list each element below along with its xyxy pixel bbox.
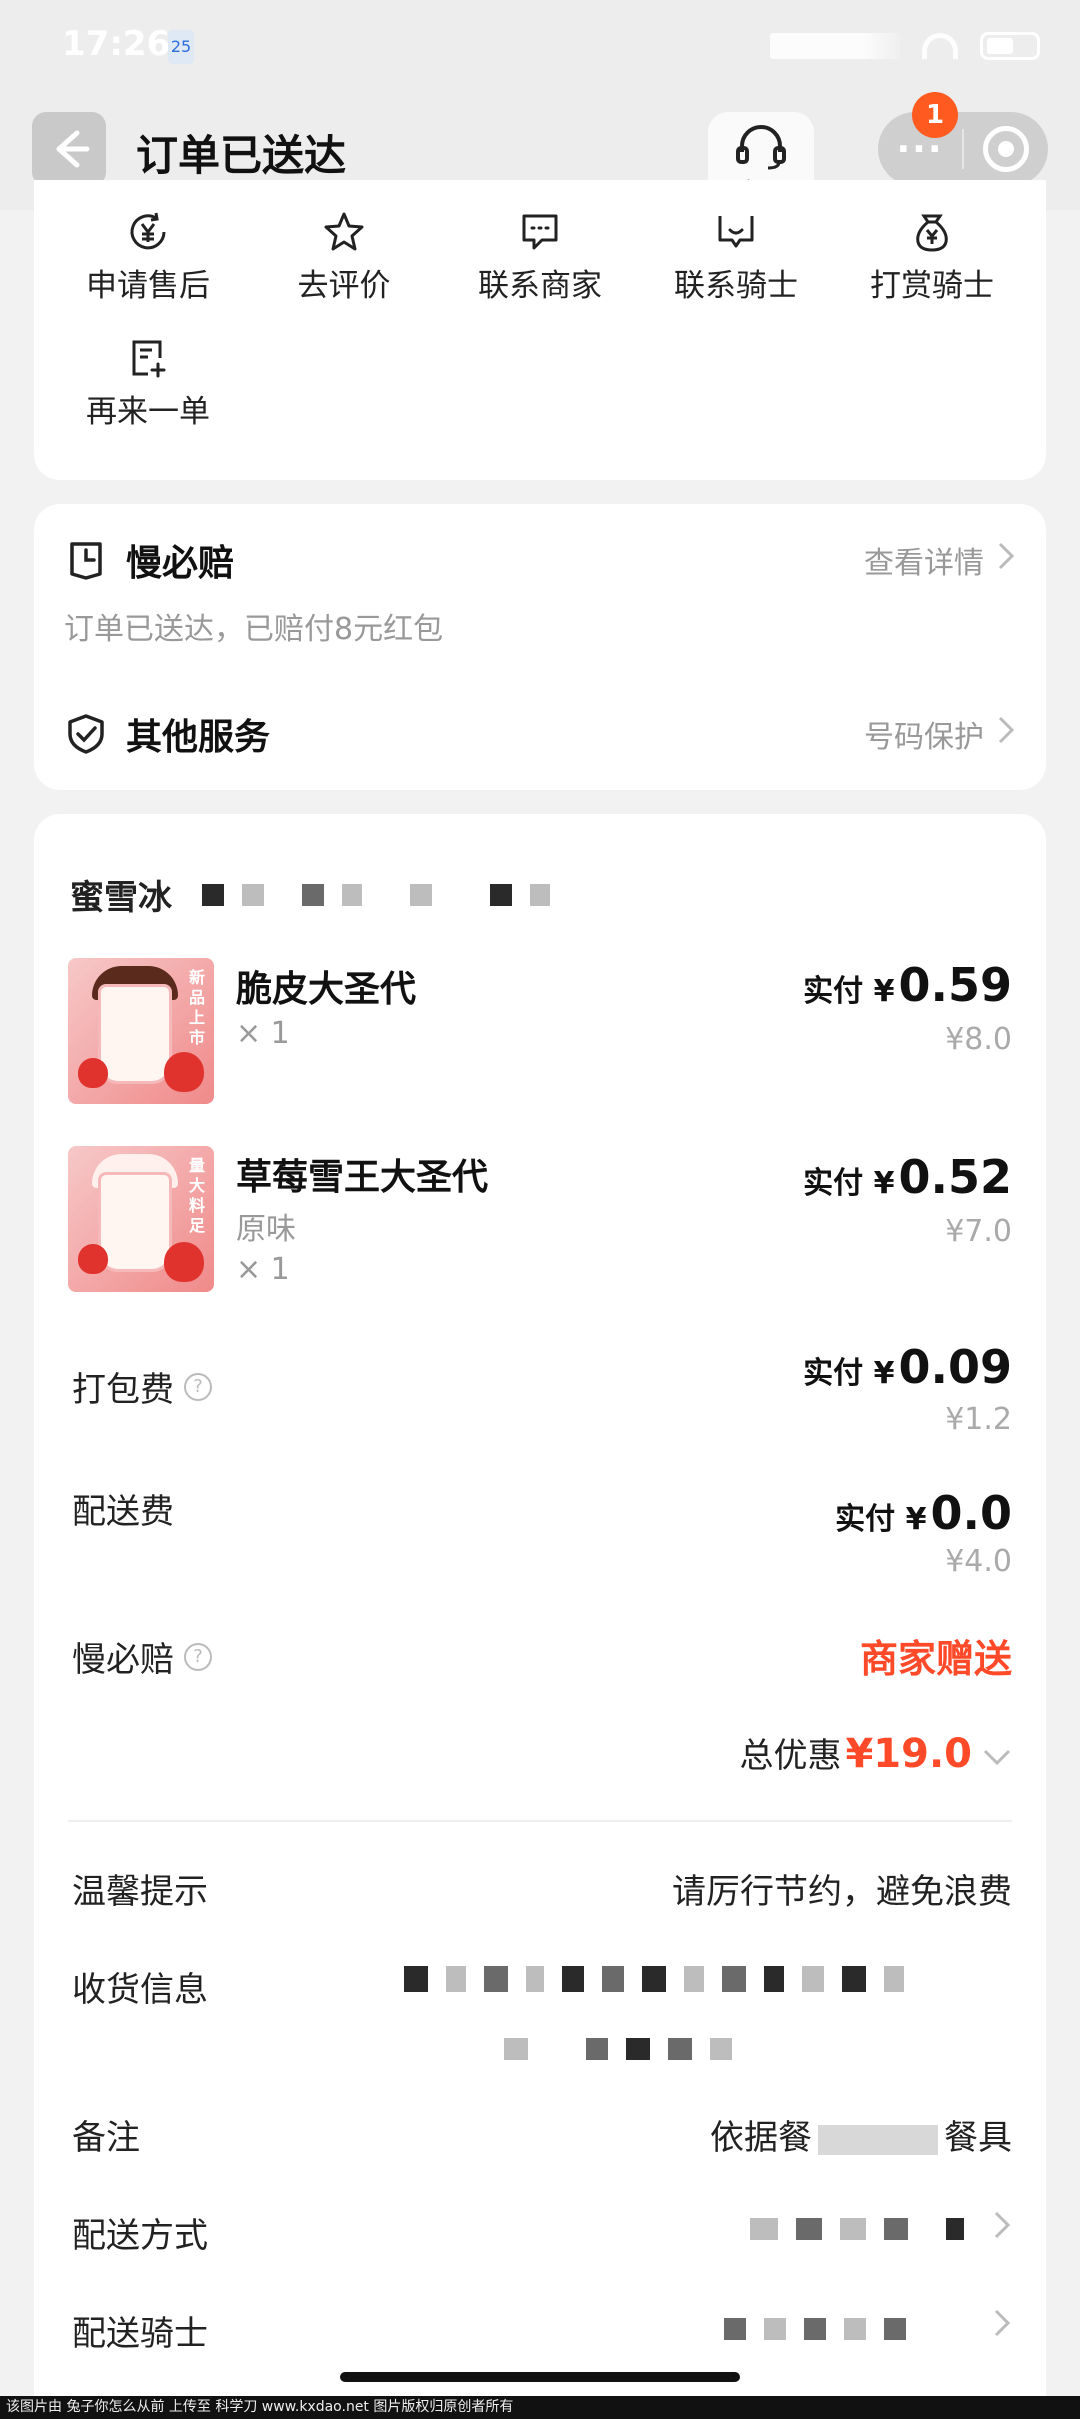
protection-link-label: 号码保护 bbox=[864, 720, 984, 755]
redacted-delivery-method bbox=[750, 2218, 964, 2240]
rider-chat-icon bbox=[718, 216, 754, 248]
status-time: 17:26 bbox=[62, 24, 171, 64]
item-paid-price: 实付 ¥0.52 bbox=[803, 1150, 1012, 1204]
service-card: 慢必赔 查看详情 订单已送达，已赔付8元红包 其他服务 号码保护 bbox=[34, 504, 1046, 790]
page-title: 订单已送达 bbox=[136, 131, 347, 180]
delivery-fee-paid: 实付 ¥0.0 bbox=[835, 1486, 1012, 1540]
action-label: 去评价 bbox=[297, 268, 391, 304]
action-reorder[interactable]: 再来一单 bbox=[58, 336, 238, 431]
order-detail-card: 蜜雪冰 新品上市 脆皮大圣代 × 1 实付 ¥0.59 ¥8.0 量大料足 草莓… bbox=[34, 814, 1046, 2419]
clock-icon bbox=[64, 538, 108, 582]
action-label: 再来一单 bbox=[86, 394, 210, 430]
close-mini-program-button[interactable] bbox=[964, 112, 1048, 186]
action-label: 联系骑士 bbox=[674, 268, 798, 304]
other-services-row[interactable]: 其他服务 号码保护 bbox=[64, 708, 1016, 760]
watermark-footer: 该图片由 兔子你怎么从前 上传至 科学刀 www.kxdao.net 图片版权归… bbox=[0, 2396, 1080, 2419]
chevron-right-icon[interactable] bbox=[992, 2308, 1012, 2342]
item-image-strawberry-sundae[interactable]: 量大料足 bbox=[68, 1146, 214, 1292]
reorder-icon bbox=[132, 340, 166, 378]
compensation-row[interactable]: 慢必赔 查看详情 bbox=[64, 534, 1016, 586]
star-icon bbox=[324, 212, 364, 251]
number-protection-link[interactable]: 号码保护 bbox=[864, 712, 1016, 756]
item-tag: 新品上市 bbox=[188, 968, 205, 1047]
redacted-address-line-1 bbox=[404, 1966, 904, 1992]
help-icon[interactable]: ? bbox=[184, 1372, 212, 1401]
redacted-remark bbox=[818, 2124, 938, 2155]
action-tip-rider[interactable]: 打赏骑士 bbox=[842, 210, 1022, 305]
chevron-right-icon[interactable] bbox=[992, 2210, 1012, 2244]
action-label: 联系商家 bbox=[478, 268, 602, 304]
notification-badge: 1 bbox=[912, 92, 958, 138]
store-name[interactable]: 蜜雪冰 bbox=[70, 870, 172, 919]
item-paid-price: 实付 ¥0.59 bbox=[803, 958, 1012, 1012]
target-icon bbox=[983, 126, 1029, 172]
action-label: 申请售后 bbox=[86, 268, 210, 304]
arrow-left-icon bbox=[56, 130, 90, 168]
tip-value: 请厉行节约，避免浪费 bbox=[672, 1872, 1012, 1912]
divider bbox=[68, 1820, 1012, 1822]
compensation-detail-link[interactable]: 查看详情 bbox=[864, 538, 1016, 582]
delivery-fee-original: ¥4.0 bbox=[945, 1544, 1012, 1579]
mini-program-capsule: ··· bbox=[878, 112, 1048, 186]
chat-icon bbox=[522, 214, 558, 250]
slow-comp-label: 慢必赔? bbox=[72, 1632, 212, 1681]
redacted-rider-name bbox=[724, 2318, 906, 2340]
status-icons bbox=[770, 28, 1040, 64]
remark-value: 依据餐 餐具 bbox=[710, 2118, 1012, 2158]
money-bag-icon bbox=[916, 214, 948, 252]
action-contact-merchant[interactable]: 联系商家 bbox=[450, 210, 630, 305]
compensation-title: 慢必赔 bbox=[126, 543, 235, 584]
delivery-method-label: 配送方式 bbox=[72, 2216, 208, 2256]
compensation-subtitle: 订单已送达，已赔付8元红包 bbox=[64, 612, 444, 647]
item-qty: × 1 bbox=[236, 1252, 290, 1287]
tip-label: 温馨提示 bbox=[72, 1872, 208, 1912]
status-date-badge: 25 bbox=[168, 30, 194, 64]
back-button[interactable] bbox=[32, 112, 106, 186]
other-services-title: 其他服务 bbox=[126, 717, 271, 758]
item-original-price: ¥7.0 bbox=[945, 1214, 1012, 1249]
address-label: 收货信息 bbox=[72, 1970, 208, 2010]
item-original-price: ¥8.0 bbox=[945, 1022, 1012, 1057]
help-icon[interactable]: ? bbox=[184, 1642, 212, 1671]
item-spec: 原味 bbox=[236, 1212, 296, 1247]
action-after-sales[interactable]: 申请售后 bbox=[58, 210, 238, 305]
action-review[interactable]: 去评价 bbox=[254, 210, 434, 305]
battery-icon bbox=[980, 32, 1040, 60]
chevron-down-icon bbox=[982, 1736, 1012, 1776]
wifi-icon bbox=[922, 33, 958, 59]
packing-fee-original: ¥1.2 bbox=[945, 1402, 1012, 1437]
action-contact-rider[interactable]: 联系骑士 bbox=[646, 210, 826, 305]
total-discount[interactable]: 总优惠 ¥19.0 bbox=[739, 1728, 1012, 1777]
signal-icon bbox=[770, 33, 900, 59]
chevron-right-icon bbox=[996, 541, 1016, 579]
total-discount-label: 总优惠 bbox=[739, 1736, 842, 1776]
delivery-fee-label: 配送费 bbox=[72, 1492, 174, 1532]
rider-label: 配送骑士 bbox=[72, 2314, 208, 2354]
home-indicator bbox=[340, 2372, 740, 2382]
action-label: 打赏骑士 bbox=[870, 268, 994, 304]
item-qty: × 1 bbox=[236, 1016, 290, 1051]
chevron-right-icon bbox=[996, 715, 1016, 753]
item-name: 脆皮大圣代 bbox=[236, 969, 417, 1010]
item-tag: 量大料足 bbox=[188, 1156, 205, 1235]
item-name: 草莓雪王大圣代 bbox=[236, 1157, 489, 1198]
merchant-gift-label: 商家赠送 bbox=[859, 1637, 1012, 1681]
order-actions-card: 申请售后 去评价 联系商家 联系骑士 打赏骑士 再来一单 bbox=[34, 180, 1046, 480]
item-image-sundae[interactable]: 新品上市 bbox=[68, 958, 214, 1104]
remark-label: 备注 bbox=[72, 2118, 140, 2158]
packing-fee-label: 打包费? bbox=[72, 1362, 212, 1411]
detail-link-label: 查看详情 bbox=[864, 546, 984, 581]
refund-icon bbox=[130, 212, 166, 250]
redacted-store-suffix bbox=[202, 884, 550, 906]
packing-fee-paid: 实付 ¥0.09 bbox=[803, 1340, 1012, 1394]
redacted-address-line-2 bbox=[504, 2038, 732, 2060]
shield-check-icon bbox=[64, 712, 108, 756]
headset-icon bbox=[736, 124, 786, 169]
total-discount-amount: ¥19.0 bbox=[845, 1731, 972, 1777]
